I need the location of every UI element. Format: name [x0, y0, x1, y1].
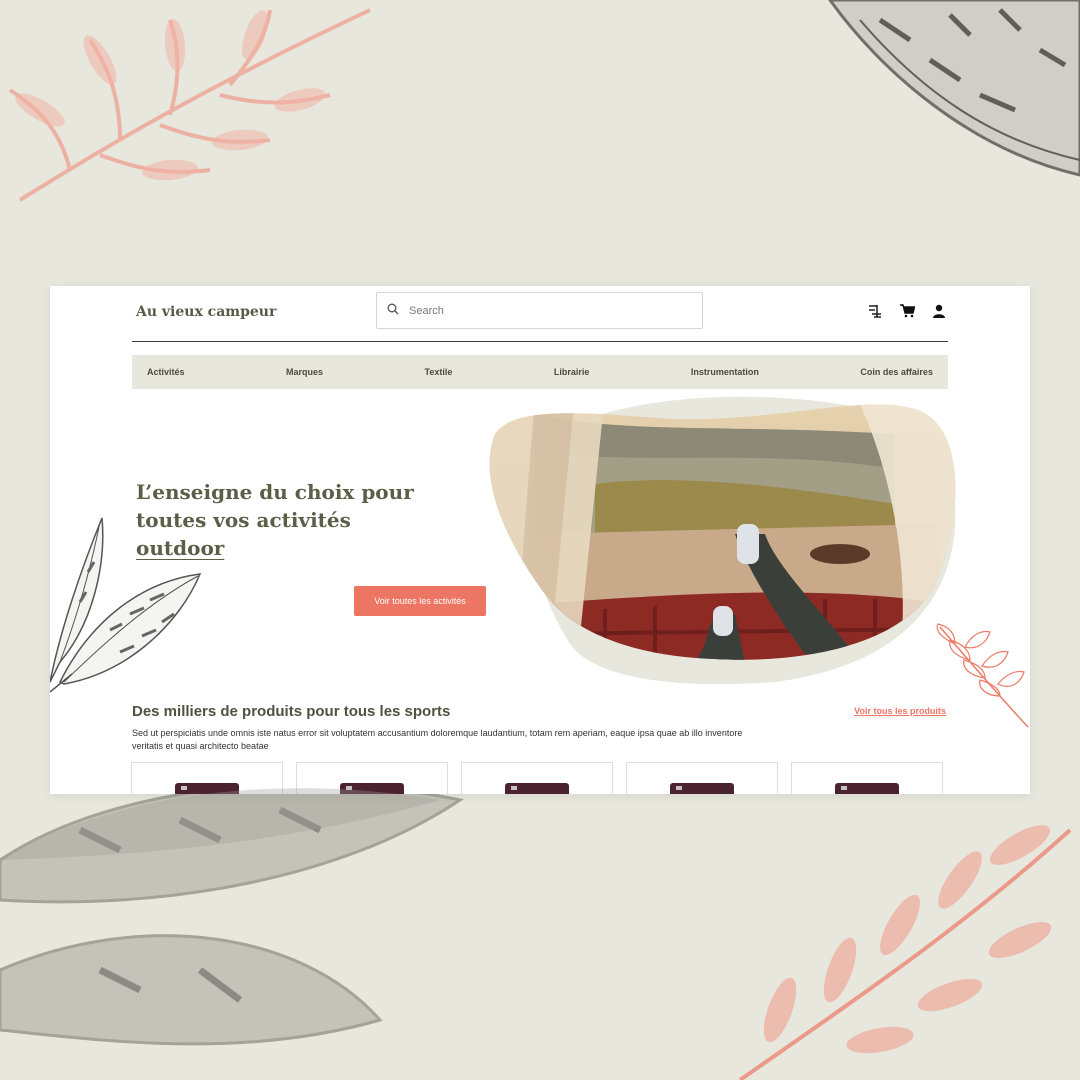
- hero-title-line-2: toutes vos activités: [136, 508, 351, 532]
- nav-item-instrumentation[interactable]: Instrumentation: [691, 367, 759, 377]
- hero-title-line-1: L’enseigne du choix pour: [136, 480, 414, 504]
- search-input[interactable]: [407, 303, 681, 318]
- site-logo[interactable]: Au vieux campeur: [136, 304, 276, 320]
- bg-leaf-pink-bottom-right: [720, 810, 1080, 1080]
- main-nav: Activités Marques Textile Librairie Inst…: [132, 355, 948, 389]
- products-section-description: Sed ut perspiciatis unde omnis iste natu…: [132, 728, 743, 751]
- search-icon: [387, 302, 399, 320]
- view-all-products-link[interactable]: Voir tous les produits: [854, 706, 946, 716]
- leaf-illustration-right: [930, 622, 1030, 737]
- bg-leaf-grey-top-right: [820, 0, 1080, 190]
- product-card[interactable]: [791, 762, 943, 794]
- search-bar[interactable]: [376, 292, 703, 329]
- product-card[interactable]: [131, 762, 283, 794]
- header-divider: [132, 341, 948, 342]
- nav-item-marques[interactable]: Marques: [286, 367, 323, 377]
- hero-title: L’enseigne du choix pour toutes vos acti…: [136, 478, 466, 562]
- hero-image: [475, 394, 965, 689]
- cart-icon[interactable]: [898, 302, 916, 320]
- products-section-title: Des milliers de produits pour tous les s…: [132, 703, 451, 720]
- nav-item-activites[interactable]: Activités: [147, 367, 185, 377]
- view-all-activities-button[interactable]: Voir toutes les activités: [354, 586, 486, 616]
- product-image: [505, 783, 569, 794]
- product-image: [175, 783, 239, 794]
- bg-leaf-pink-top-left: [0, 0, 380, 230]
- product-card[interactable]: [626, 762, 778, 794]
- nav-item-coin-des-affaires[interactable]: Coin des affaires: [860, 367, 933, 377]
- filter-icon[interactable]: [866, 302, 884, 320]
- user-icon[interactable]: [930, 302, 948, 320]
- nav-item-textile[interactable]: Textile: [425, 367, 453, 377]
- product-cards: [131, 762, 943, 794]
- hero-title-highlight: outdoor: [136, 536, 225, 560]
- product-image: [670, 783, 734, 794]
- product-image: [340, 783, 404, 794]
- product-image: [835, 783, 899, 794]
- nav-item-librairie[interactable]: Librairie: [554, 367, 590, 377]
- product-card[interactable]: [296, 762, 448, 794]
- website-mockup: Au vieux campeur Activités Marques Texti…: [50, 286, 1030, 794]
- product-card[interactable]: [461, 762, 613, 794]
- header-actions: [866, 302, 948, 320]
